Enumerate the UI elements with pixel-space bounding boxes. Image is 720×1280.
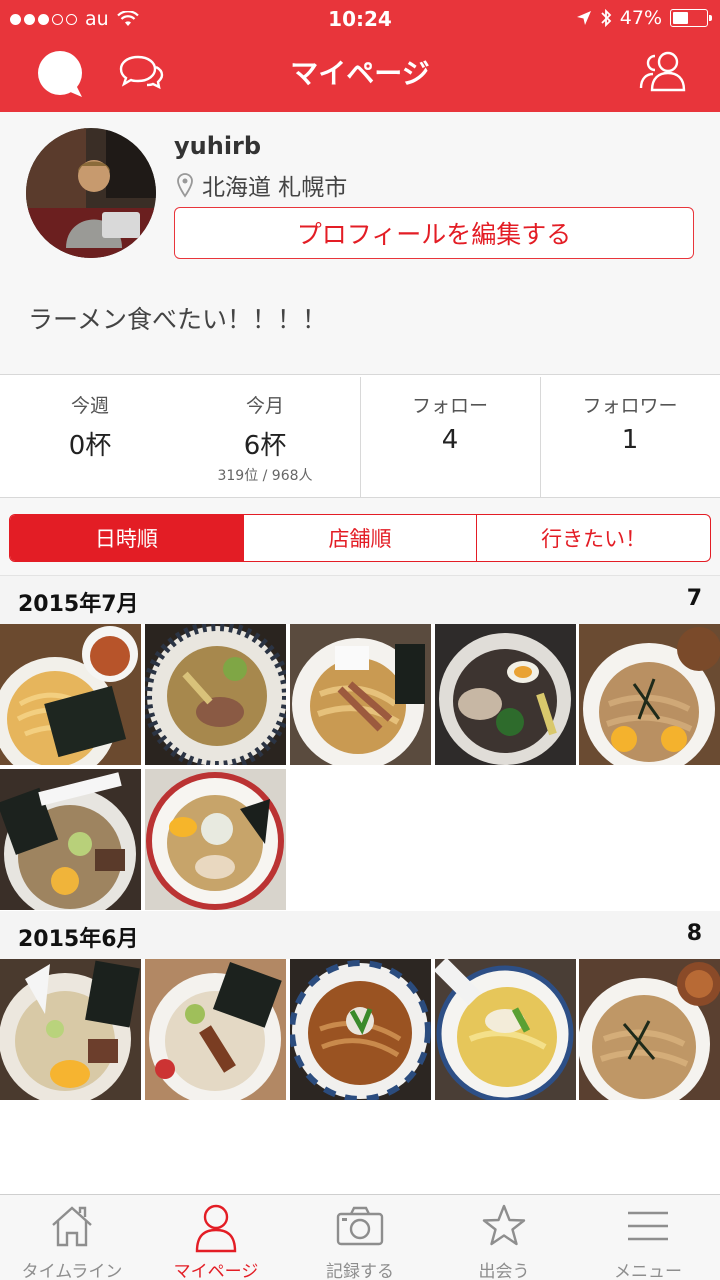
ramen-photo[interactable] (145, 769, 286, 910)
battery-percent: 47% (619, 7, 662, 29)
bluetooth-icon (601, 8, 612, 28)
tabbar-label: タイムライン (21, 1262, 123, 1280)
ramen-photo[interactable] (0, 959, 141, 1100)
ramen-photo[interactable] (290, 959, 431, 1100)
stat-value: 6杯 (243, 431, 287, 461)
tabbar-label: メニュー (614, 1262, 682, 1280)
ramen-photo[interactable] (579, 624, 720, 765)
location: 北海道 札幌市 (176, 168, 347, 202)
person-icon (195, 1204, 237, 1253)
sort-tabs-container: 日時順 店舗順 行きたい！ (0, 498, 720, 576)
stat-label: フォロワー (582, 395, 678, 417)
stat-this-week: 今週 0杯 (0, 375, 180, 499)
ramen-photo[interactable] (145, 624, 286, 765)
tabbar-item-mypage[interactable]: マイページ (144, 1195, 288, 1280)
home-icon (52, 1206, 92, 1247)
photo-grid (0, 624, 720, 911)
camera-icon (336, 1206, 384, 1246)
stat-value: 0杯 (68, 431, 112, 461)
stats-panel: 今週 0杯 今月 6杯 319位 / 968人 フォロー 4 フォロワー 1 (0, 374, 720, 498)
month-header: 2015年7月 7 (0, 576, 720, 624)
tabbar-label: マイページ (173, 1262, 259, 1280)
ramen-photo[interactable] (435, 959, 576, 1100)
location-pin-icon (177, 173, 193, 198)
edit-profile-button[interactable]: プロフィールを編集する (174, 207, 694, 259)
app-screen: au 10:24 47% マイページ yuhirb 北海道 札幌市 プロフィール… (0, 0, 720, 1280)
bio-text: ラーメン食べたい！！！！ (28, 305, 328, 334)
profile-section: yuhirb 北海道 札幌市 プロフィールを編集する ラーメン食べたい！！！！ (0, 112, 720, 374)
tab-shop-order[interactable]: 店舗順 (242, 515, 477, 561)
tab-bar: タイムライン マイページ 記録する 出会う メニュー (0, 1194, 720, 1280)
month-count: 7 (686, 586, 702, 611)
page-title: マイページ (290, 57, 430, 90)
tabbar-item-timeline[interactable]: タイムライン (0, 1195, 144, 1280)
status-right: 47% (576, 7, 712, 29)
menu-icon (628, 1211, 668, 1241)
friends-button[interactable] (638, 50, 688, 92)
month-label: 2015年7月 (18, 592, 139, 617)
tabbar-item-meet[interactable]: 出会う (432, 1195, 576, 1280)
tabbar-label: 記録する (326, 1262, 394, 1280)
header: au 10:24 47% マイページ (0, 0, 720, 112)
ramen-photo[interactable] (290, 624, 431, 765)
month-count: 8 (686, 921, 702, 946)
month-header: 2015年6月 8 (0, 911, 720, 959)
star-icon (482, 1204, 526, 1246)
ramen-photo[interactable] (579, 959, 720, 1100)
avatar[interactable] (26, 128, 156, 258)
battery-icon (670, 9, 712, 27)
username: yuhirb (174, 132, 262, 160)
location-label: 北海道 札幌市 (202, 175, 348, 201)
location-arrow-icon (576, 11, 591, 25)
month-label: 2015年6月 (18, 927, 139, 952)
tabbar-item-record[interactable]: 記録する (288, 1195, 432, 1280)
stat-value: 4 (441, 425, 459, 455)
stat-label: 今月 (245, 395, 284, 417)
ramen-photo[interactable] (145, 959, 286, 1100)
rank-text: 319位 / 968人 (217, 468, 313, 484)
users-icon (639, 51, 686, 92)
stat-label: フォロー (411, 395, 488, 417)
stat-follow[interactable]: フォロー 4 (360, 375, 540, 499)
stat-value: 1 (621, 425, 639, 455)
stat-label: 今週 (70, 395, 109, 417)
tab-date-order[interactable]: 日時順 (10, 515, 243, 561)
ramen-photo[interactable] (435, 624, 576, 765)
tabbar-label: 出会う (478, 1262, 530, 1280)
tabbar-item-menu[interactable]: メニュー (576, 1195, 720, 1280)
tab-want-to-go[interactable]: 行きたい！ (476, 515, 710, 561)
ramen-photo[interactable] (0, 769, 141, 910)
status-bar: au 10:24 47% (0, 0, 720, 38)
photo-grid (0, 959, 720, 1100)
stat-follower[interactable]: フォロワー 1 (540, 375, 720, 499)
sort-tabs: 日時順 店舗順 行きたい！ (9, 514, 711, 562)
stat-this-month: 今月 6杯 319位 / 968人 (175, 375, 355, 499)
ramen-photo[interactable] (0, 624, 141, 765)
